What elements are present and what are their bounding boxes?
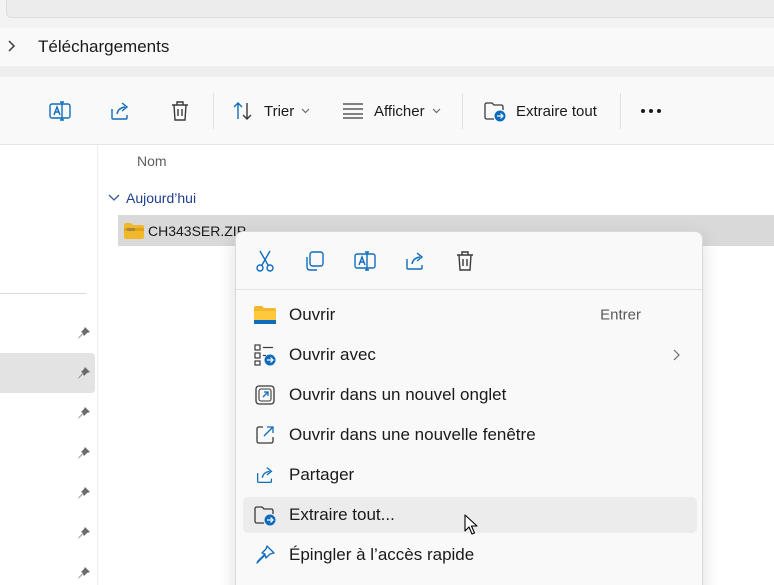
folder-icon xyxy=(254,304,276,326)
address-area xyxy=(0,0,774,28)
rename-icon xyxy=(49,101,71,121)
menu-item-label: Extraire tout... xyxy=(289,505,395,524)
pin-icon xyxy=(78,367,90,379)
address-bar[interactable] xyxy=(6,0,774,18)
copy-button[interactable] xyxy=(302,248,328,274)
nav-item[interactable] xyxy=(0,433,95,473)
command-bar: Trier Afficher Extraire tout xyxy=(0,77,774,145)
view-button[interactable]: Afficher xyxy=(342,95,441,127)
column-header-name[interactable]: Nom xyxy=(137,153,167,169)
view-label: Afficher xyxy=(374,102,425,120)
zip-folder-icon xyxy=(124,223,144,239)
group-label: Aujourd’hui xyxy=(126,190,197,206)
pin-icon xyxy=(78,567,90,579)
sort-icon xyxy=(233,102,252,120)
pin-icon xyxy=(78,487,90,499)
extract-icon xyxy=(254,504,276,526)
chevron-down-icon xyxy=(108,194,120,201)
extract-all-button[interactable]: Extraire tout xyxy=(484,95,597,127)
mouse-cursor-icon xyxy=(464,514,478,535)
menu-item-pin-quick-access[interactable]: Épingler à l’accès rapide xyxy=(243,537,697,573)
menu-item-open-new-window[interactable]: Ouvrir dans une nouvelle fenêtre xyxy=(243,417,697,453)
menu-item-open[interactable]: Ouvrir Entrer xyxy=(243,297,697,333)
nav-item[interactable] xyxy=(0,513,95,553)
pin-icon xyxy=(78,527,90,539)
extract-all-label: Extraire tout xyxy=(516,102,597,120)
shortcut-label: Entrer xyxy=(600,306,641,324)
pin-icon xyxy=(78,407,90,419)
share-button[interactable] xyxy=(106,95,134,127)
navigation-pane xyxy=(0,145,98,585)
pin-icon xyxy=(254,544,276,566)
chevron-right-icon[interactable] xyxy=(6,38,18,54)
menu-item-open-with[interactable]: Ouvrir avec xyxy=(243,337,697,373)
group-header[interactable]: Aujourd’hui xyxy=(108,190,196,206)
toolbar-divider xyxy=(620,93,621,129)
share-icon xyxy=(254,464,276,486)
copy-button[interactable] xyxy=(0,95,10,127)
menu-item-label: Partager xyxy=(289,465,355,484)
rename-button[interactable] xyxy=(46,95,74,127)
view-list-icon xyxy=(343,103,363,119)
chevron-down-icon xyxy=(301,108,310,114)
toolbar-divider xyxy=(462,93,463,129)
file-name: CH343SER.ZIP xyxy=(148,223,247,239)
extract-icon xyxy=(484,102,506,122)
nav-item[interactable] xyxy=(0,553,95,585)
cut-button[interactable] xyxy=(252,248,278,274)
cut-icon xyxy=(256,250,274,272)
share-icon xyxy=(111,102,129,120)
menu-item-label: Ouvrir dans une nouvelle fenêtre xyxy=(289,425,536,444)
menu-item-label: Ouvrir dans un nouvel onglet xyxy=(289,385,507,404)
quick-actions-row xyxy=(236,232,704,290)
rename-button[interactable] xyxy=(352,248,378,274)
pin-icon xyxy=(78,327,90,339)
breadcrumb-current[interactable]: Téléchargements xyxy=(38,37,169,57)
copy-icon xyxy=(306,251,324,271)
more-options-button[interactable] xyxy=(638,95,664,127)
trash-icon xyxy=(457,251,473,271)
new-tab-icon xyxy=(254,384,276,406)
menu-item-label: Épingler à l’accès rapide xyxy=(289,545,475,564)
menu-item-open-new-tab[interactable]: Ouvrir dans un nouvel onglet xyxy=(243,377,697,413)
divider xyxy=(0,66,774,77)
chevron-down-icon xyxy=(432,108,441,114)
menu-item-share[interactable]: Partager xyxy=(243,457,697,493)
sort-button[interactable]: Trier xyxy=(232,95,310,127)
nav-item[interactable] xyxy=(0,393,95,433)
trash-icon xyxy=(172,101,188,121)
delete-button[interactable] xyxy=(166,95,194,127)
sort-label: Trier xyxy=(264,102,295,120)
toolbar-divider xyxy=(213,93,214,129)
nav-item[interactable] xyxy=(0,473,95,513)
copy-icon xyxy=(0,100,10,122)
nav-divider xyxy=(0,293,86,294)
chevron-right-icon xyxy=(673,349,680,361)
menu-item-label: Ouvrir avec xyxy=(289,345,376,364)
nav-item[interactable] xyxy=(0,313,95,353)
nav-item-selected[interactable] xyxy=(0,353,95,393)
share-icon xyxy=(406,252,424,270)
open-with-icon xyxy=(254,344,276,366)
more-icon xyxy=(641,109,661,113)
open-new-window-icon xyxy=(254,424,276,446)
delete-button[interactable] xyxy=(452,248,478,274)
pin-icon xyxy=(78,447,90,459)
share-button[interactable] xyxy=(402,248,428,274)
menu-item-label: Ouvrir xyxy=(289,305,336,324)
rename-icon xyxy=(354,251,376,271)
